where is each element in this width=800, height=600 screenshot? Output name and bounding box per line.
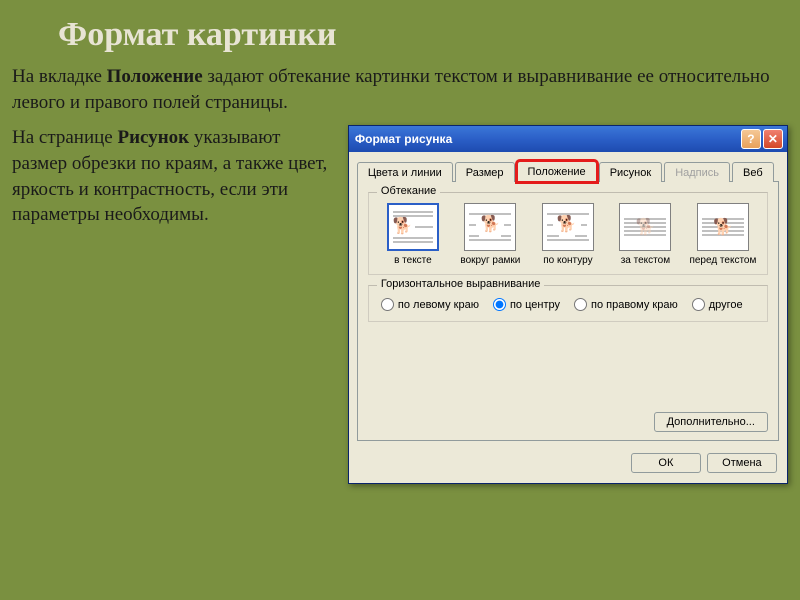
wrap-thumb-behind: 🐕	[619, 203, 671, 251]
help-button[interactable]: ?	[741, 129, 761, 149]
align-group-label: Горизонтальное выравнивание	[377, 278, 544, 290]
left-paragraph: На странице Рисунок указывают размер обр…	[12, 125, 338, 484]
align-groupbox: Горизонтальное выравнивание по левому кр…	[368, 285, 768, 322]
dog-icon: 🐕	[635, 217, 655, 237]
cancel-button[interactable]: Отмена	[707, 453, 777, 473]
dog-icon: 🐕	[557, 217, 577, 233]
wrap-option-front[interactable]: 🐕 перед текстом	[687, 203, 759, 266]
wrap-label-inline: в тексте	[394, 255, 432, 266]
wrap-thumb-front: 🐕	[697, 203, 749, 251]
slide-title: Формат картинки	[0, 0, 800, 64]
align-radio-center[interactable]: по центру	[493, 298, 560, 311]
tab-web[interactable]: Веб	[732, 162, 774, 182]
wrap-thumb-tight: 🐕	[542, 203, 594, 251]
ok-button[interactable]: ОК	[631, 453, 701, 473]
wrap-label-front: перед текстом	[689, 255, 756, 266]
wrap-thumb-inline: 🐕	[387, 203, 439, 251]
tab-position[interactable]: Положение	[517, 161, 597, 182]
tab-caption: Надпись	[664, 162, 730, 182]
wrap-option-tight[interactable]: 🐕 по контуру	[532, 203, 604, 266]
wrap-group-label: Обтекание	[377, 185, 440, 197]
wrap-label-tight: по контуру	[543, 255, 592, 266]
tab-strip: Цвета и линии Размер Положение Рисунок Н…	[349, 152, 787, 181]
close-icon: ✕	[768, 132, 778, 146]
dog-icon: 🐕	[480, 217, 500, 233]
wrap-thumb-square: 🐕	[464, 203, 516, 251]
tab-panel-position: Обтекание 🐕 в тексте	[357, 181, 779, 441]
advanced-button[interactable]: Дополнительно...	[654, 412, 768, 432]
wrap-option-square[interactable]: 🐕 вокруг рамки	[454, 203, 526, 266]
dialog-title: Формат рисунка	[355, 132, 739, 146]
align-radio-left[interactable]: по левому краю	[381, 298, 479, 311]
align-radio-right[interactable]: по правому краю	[574, 298, 678, 311]
tab-size[interactable]: Размер	[455, 162, 515, 182]
dog-icon: 🐕	[393, 219, 413, 235]
dialog-titlebar[interactable]: Формат рисунка ? ✕	[349, 126, 787, 152]
close-button[interactable]: ✕	[763, 129, 783, 149]
wrap-groupbox: Обтекание 🐕 в тексте	[368, 192, 768, 275]
question-icon: ?	[747, 132, 754, 146]
wrap-label-behind: за текстом	[621, 255, 670, 266]
wrap-label-square: вокруг рамки	[460, 255, 520, 266]
dialog-buttons: ОК Отмена	[349, 449, 787, 483]
intro-paragraph: На вкладке Положение задают обтекание ка…	[0, 64, 800, 125]
tab-colors-lines[interactable]: Цвета и линии	[357, 162, 453, 182]
tab-picture[interactable]: Рисунок	[599, 162, 663, 182]
wrap-option-behind[interactable]: 🐕 за текстом	[609, 203, 681, 266]
align-radio-other[interactable]: другое	[692, 298, 743, 311]
format-picture-dialog: Формат рисунка ? ✕ Цвета и линии Размер …	[348, 125, 788, 484]
wrap-option-inline[interactable]: 🐕 в тексте	[377, 203, 449, 266]
dog-icon: 🐕	[713, 217, 733, 237]
